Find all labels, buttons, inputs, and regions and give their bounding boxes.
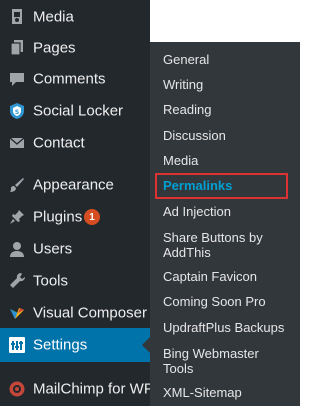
menu-item-pages[interactable]: Pages xyxy=(0,31,150,65)
menu-item-label: Contact xyxy=(33,134,85,152)
menu-item-label: Settings xyxy=(33,336,88,354)
menu-item-label: MailChimp for WP xyxy=(33,380,154,398)
menu-item-appearance[interactable]: Appearance xyxy=(0,168,150,202)
submenu-item-ad-injection[interactable]: Ad Injection xyxy=(163,204,231,220)
menu-item-label: Plugins xyxy=(33,208,83,226)
comments-icon xyxy=(8,70,26,88)
users-icon xyxy=(8,240,26,258)
submenu-item-share-buttons-line2[interactable]: AddThis xyxy=(163,245,211,261)
submenu-pointer-arrow xyxy=(142,337,150,353)
menu-item-contact[interactable]: Contact xyxy=(0,126,150,160)
update-count-badge: 1 xyxy=(84,209,100,225)
paintbrush-icon xyxy=(8,176,26,194)
menu-item-social-locker[interactable]: S Social Locker xyxy=(0,94,150,128)
menu-item-label: Social Locker xyxy=(33,102,124,120)
menu-item-media[interactable]: Media xyxy=(0,0,150,34)
envelope-icon xyxy=(8,134,26,152)
menu-item-plugins[interactable]: Plugins 1 xyxy=(0,200,150,234)
menu-item-users[interactable]: Users xyxy=(0,232,150,266)
shield-icon: S xyxy=(8,102,26,120)
menu-item-label: Appearance xyxy=(33,176,114,194)
submenu-item-xml-sitemap[interactable]: XML-Sitemap xyxy=(163,385,242,401)
menu-item-label: Comments xyxy=(33,70,106,88)
svg-text:S: S xyxy=(15,109,19,116)
permalinks-highlight-box xyxy=(155,173,288,199)
menu-item-visual-composer[interactable]: Visual Composer xyxy=(0,296,150,330)
submenu-item-share-buttons-line1[interactable]: Share Buttons by xyxy=(163,230,263,246)
submenu-item-writing[interactable]: Writing xyxy=(163,77,203,93)
menu-item-label: Tools xyxy=(33,272,69,290)
menu-item-label: Users xyxy=(33,240,73,258)
visual-composer-icon xyxy=(8,304,26,322)
submenu-item-discussion[interactable]: Discussion xyxy=(163,128,226,144)
submenu-item-media[interactable]: Media xyxy=(163,153,198,169)
menu-item-comments[interactable]: Comments xyxy=(0,62,150,96)
submenu-item-bing-webmaster-line1[interactable]: Bing Webmaster xyxy=(163,346,259,362)
mailchimp-icon xyxy=(8,380,26,398)
submenu-item-reading[interactable]: Reading xyxy=(163,102,211,118)
media-icon xyxy=(8,8,26,26)
submenu-item-bing-webmaster-line2[interactable]: Tools xyxy=(163,361,193,377)
submenu-item-captain-favicon[interactable]: Captain Favicon xyxy=(163,269,257,285)
menu-item-tools[interactable]: Tools xyxy=(0,264,150,298)
submenu-item-coming-soon-pro[interactable]: Coming Soon Pro xyxy=(163,294,266,310)
admin-menu: Media Pages Comments S Social Locker Con… xyxy=(0,0,154,406)
submenu-item-updraftplus-backups[interactable]: UpdraftPlus Backups xyxy=(163,320,284,336)
wrench-icon xyxy=(8,272,26,290)
submenu-item-general[interactable]: General xyxy=(163,52,209,68)
menu-item-label: Pages xyxy=(33,39,76,57)
menu-item-mailchimp-for-wp[interactable]: MailChimp for WP xyxy=(0,372,154,406)
menu-item-label: Media xyxy=(33,8,74,26)
menu-item-label: Visual Composer xyxy=(33,304,147,322)
plugin-icon xyxy=(8,208,26,226)
settings-icon xyxy=(8,336,26,354)
pages-icon xyxy=(8,39,26,57)
menu-item-settings[interactable]: Settings xyxy=(0,328,150,362)
